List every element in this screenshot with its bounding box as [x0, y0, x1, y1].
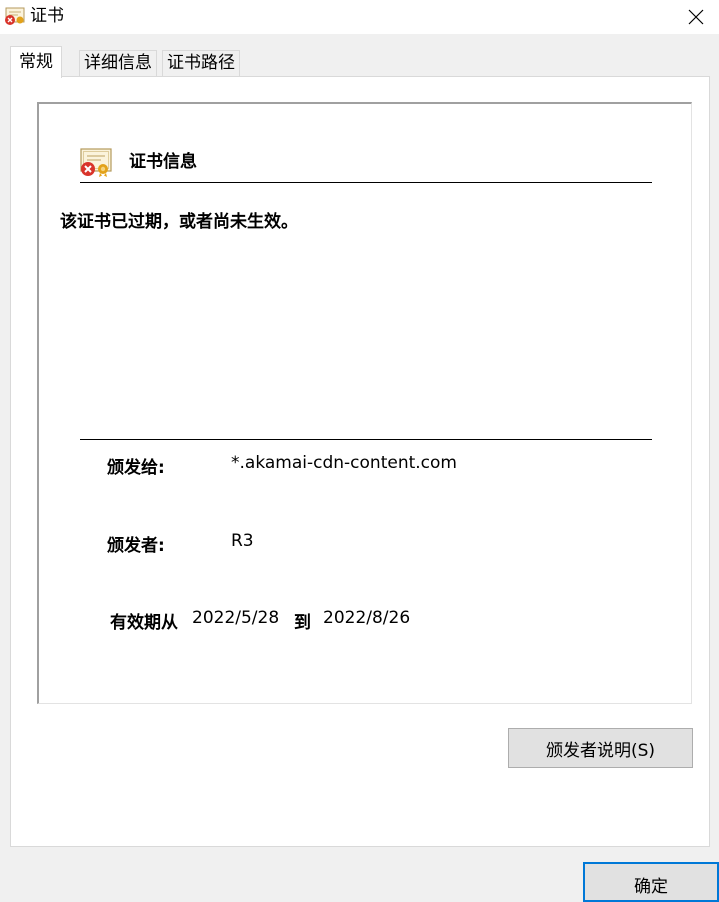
- tab-strip: 常规 详细信息 证书路径: [10, 46, 710, 78]
- close-button[interactable]: [673, 0, 719, 34]
- certificate-error-icon: [80, 148, 112, 177]
- certificate-info-heading: 证书信息: [129, 152, 197, 172]
- issued-to-label: 颁发给:: [107, 458, 165, 478]
- close-icon: [688, 9, 704, 25]
- issued-to-value: *.akamai-cdn-content.com: [231, 453, 457, 473]
- tab-panel-general: 证书信息 该证书已过期，或者尚未生效。 颁发给: *.akamai-cdn-co…: [10, 76, 710, 847]
- valid-to-value: 2022/8/26: [323, 608, 411, 628]
- tab-details[interactable]: 详细信息: [79, 50, 157, 76]
- valid-from-value: 2022/5/28: [192, 608, 280, 628]
- certificate-error-icon: [5, 7, 25, 25]
- certificate-status-message: 该证书已过期，或者尚未生效。: [60, 212, 298, 232]
- window-title: 证书: [30, 6, 64, 26]
- title-bar: 证书: [0, 0, 719, 34]
- issuer-statement-button[interactable]: 颁发者说明(S): [508, 728, 693, 768]
- certificate-info-box: 证书信息 该证书已过期，或者尚未生效。 颁发给: *.akamai-cdn-co…: [37, 102, 692, 704]
- divider: [80, 182, 652, 183]
- tab-certification-path[interactable]: 证书路径: [162, 50, 240, 76]
- issued-by-value: R3: [231, 531, 254, 551]
- valid-to-label: 到: [294, 613, 311, 633]
- valid-from-label: 有效期从: [110, 613, 178, 633]
- ok-button[interactable]: 确定: [583, 862, 719, 902]
- divider: [80, 439, 652, 440]
- tab-general[interactable]: 常规: [10, 46, 62, 78]
- issued-by-label: 颁发者:: [107, 536, 165, 556]
